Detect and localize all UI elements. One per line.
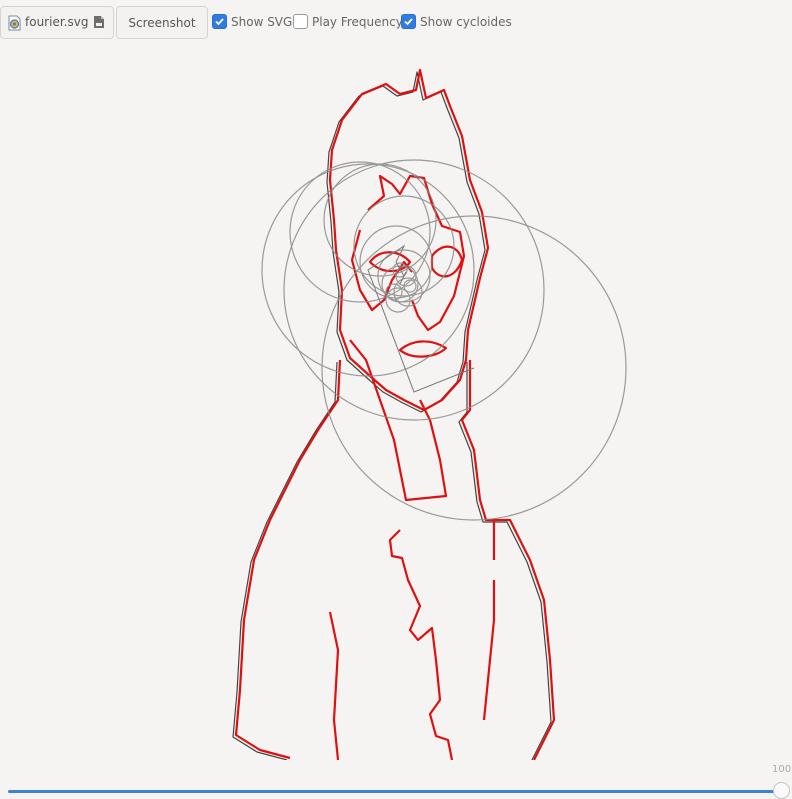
progress-slider-thumb[interactable]	[773, 782, 790, 799]
screenshot-button[interactable]: Screenshot	[116, 6, 208, 39]
drawing-canvas	[232, 68, 627, 760]
show-cycloides-label: Show cycloides	[420, 14, 512, 29]
play-frequency-label: Play Frequency	[312, 14, 403, 29]
play-frequency-checkbox[interactable]: Play Frequency	[293, 14, 403, 29]
check-icon	[401, 14, 416, 29]
file-name: fourier.svg	[25, 15, 89, 29]
show-svg-checkbox[interactable]: Show SVG	[212, 14, 292, 29]
slider-value: 100	[772, 764, 792, 775]
svg-file-icon	[8, 15, 21, 31]
unchecked-box	[293, 14, 308, 29]
check-icon	[212, 14, 227, 29]
show-cycloides-checkbox[interactable]: Show cycloides	[401, 14, 512, 29]
toolbar: fourier.svg Screenshot Show SVG Play Fre…	[0, 0, 792, 44]
cycloid-circles	[261, 159, 627, 521]
progress-slider-track[interactable]	[8, 790, 782, 793]
open-file-icon[interactable]	[91, 14, 107, 30]
svg-outline	[232, 71, 552, 760]
fourier-trace	[234, 68, 556, 760]
show-svg-label: Show SVG	[231, 14, 293, 29]
file-picker[interactable]: fourier.svg	[0, 6, 114, 39]
